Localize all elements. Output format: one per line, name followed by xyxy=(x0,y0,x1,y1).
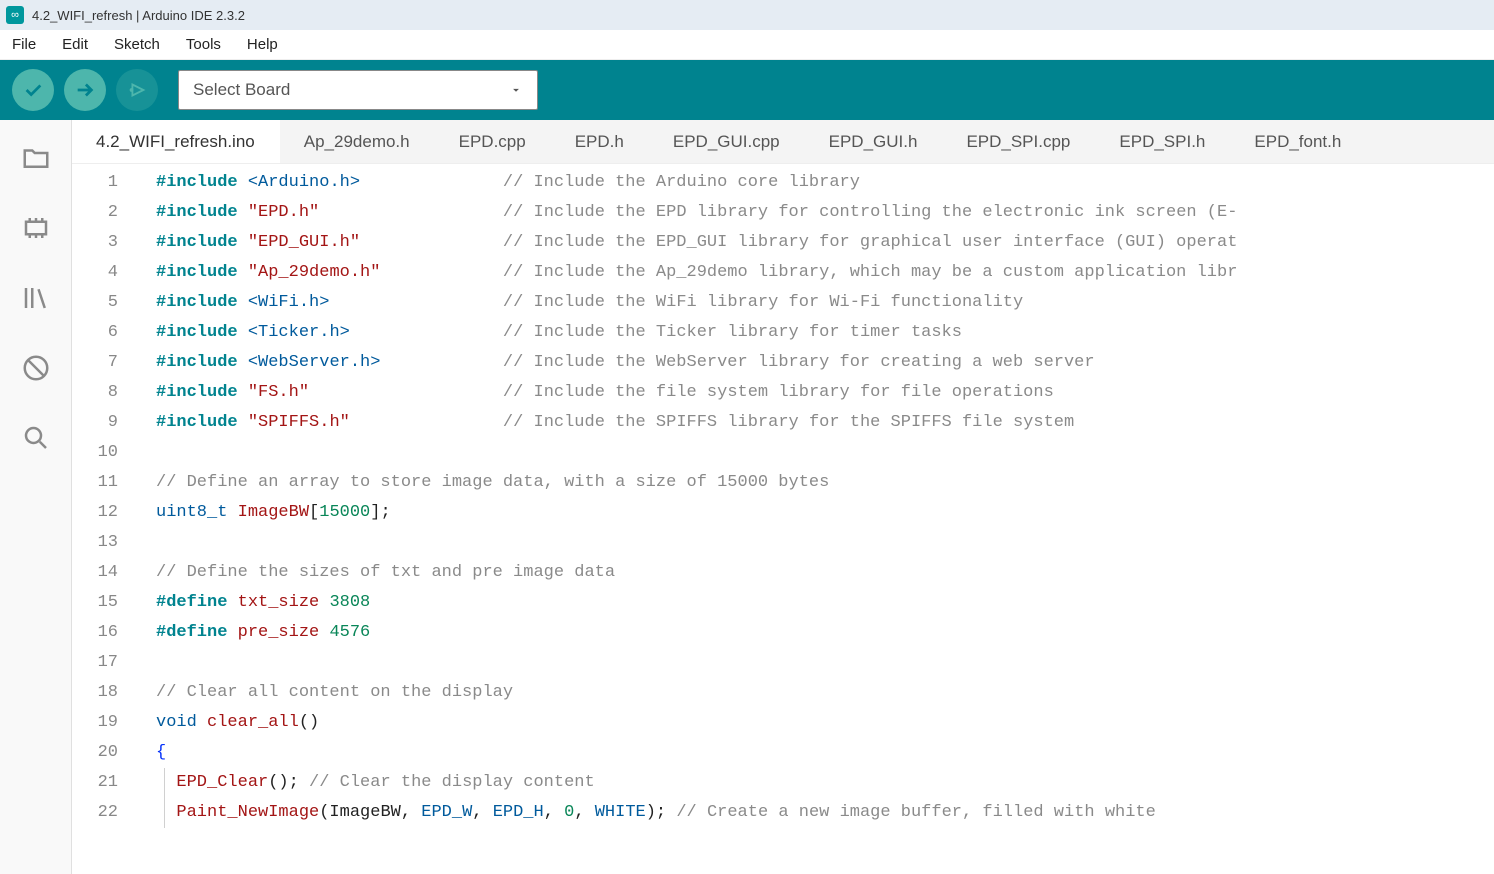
tabs: 4.2_WIFI_refresh.inoAp_29demo.hEPD.cppEP… xyxy=(72,120,1494,164)
no-entry-icon xyxy=(21,353,51,383)
line-number: 17 xyxy=(72,648,118,678)
verify-button[interactable] xyxy=(12,69,54,111)
code-line[interactable]: #include "Ap_29demo.h" // Include the Ap… xyxy=(156,258,1494,288)
tab-epd-spi-cpp[interactable]: EPD_SPI.cpp xyxy=(942,120,1095,163)
code-line[interactable]: #include "EPD_GUI.h" // Include the EPD_… xyxy=(156,228,1494,258)
code-line[interactable]: #include "EPD.h" // Include the EPD libr… xyxy=(156,198,1494,228)
code-line[interactable] xyxy=(156,438,1494,468)
gutter: 12345678910111213141516171819202122 xyxy=(72,164,140,874)
code-line[interactable]: Paint_NewImage(ImageBW, EPD_W, EPD_H, 0,… xyxy=(156,798,1494,828)
menu-sketch[interactable]: Sketch xyxy=(110,34,164,55)
line-number: 5 xyxy=(72,288,118,318)
line-number: 10 xyxy=(72,438,118,468)
line-number: 8 xyxy=(72,378,118,408)
code-line[interactable]: { xyxy=(156,738,1494,768)
tab-ap-29demo-h[interactable]: Ap_29demo.h xyxy=(280,120,435,163)
line-number: 3 xyxy=(72,228,118,258)
upload-button[interactable] xyxy=(64,69,106,111)
line-number: 13 xyxy=(72,528,118,558)
window-title: 4.2_WIFI_refresh | Arduino IDE 2.3.2 xyxy=(32,8,245,23)
line-number: 2 xyxy=(72,198,118,228)
menu-file[interactable]: File xyxy=(8,34,40,55)
code-line[interactable]: #include <Ticker.h> // Include the Ticke… xyxy=(156,318,1494,348)
tab-epd-cpp[interactable]: EPD.cpp xyxy=(435,120,551,163)
line-number: 7 xyxy=(72,348,118,378)
debug-button[interactable] xyxy=(116,69,158,111)
line-number: 20 xyxy=(72,738,118,768)
line-number: 18 xyxy=(72,678,118,708)
line-number: 16 xyxy=(72,618,118,648)
library-icon xyxy=(21,283,51,313)
code-line[interactable] xyxy=(156,528,1494,558)
menubar: File Edit Sketch Tools Help xyxy=(0,30,1494,60)
code-line[interactable]: // Define an array to store image data, … xyxy=(156,468,1494,498)
tab-epd-gui-cpp[interactable]: EPD_GUI.cpp xyxy=(649,120,805,163)
line-number: 11 xyxy=(72,468,118,498)
search-icon xyxy=(21,423,51,453)
search-button[interactable] xyxy=(16,418,56,458)
board-select[interactable]: Select Board xyxy=(178,70,538,110)
toolbar: Select Board xyxy=(0,60,1494,120)
code-line[interactable]: #include "SPIFFS.h" // Include the SPIFF… xyxy=(156,408,1494,438)
board-icon xyxy=(21,213,51,243)
main: 4.2_WIFI_refresh.inoAp_29demo.hEPD.cppEP… xyxy=(0,120,1494,874)
code-line[interactable]: void clear_all() xyxy=(156,708,1494,738)
code-line[interactable]: #include <Arduino.h> // Include the Ardu… xyxy=(156,168,1494,198)
code-line[interactable]: uint8_t ImageBW[15000]; xyxy=(156,498,1494,528)
line-number: 15 xyxy=(72,588,118,618)
titlebar: 4.2_WIFI_refresh | Arduino IDE 2.3.2 xyxy=(0,0,1494,30)
line-number: 14 xyxy=(72,558,118,588)
board-manager-button[interactable] xyxy=(16,208,56,248)
code-line[interactable]: // Clear all content on the display xyxy=(156,678,1494,708)
code-line[interactable]: #include <WebServer.h> // Include the We… xyxy=(156,348,1494,378)
tab-epd-spi-h[interactable]: EPD_SPI.h xyxy=(1095,120,1230,163)
code-line[interactable]: #include "FS.h" // Include the file syst… xyxy=(156,378,1494,408)
code-line[interactable]: // Define the sizes of txt and pre image… xyxy=(156,558,1494,588)
debug-icon xyxy=(126,79,148,101)
code-line[interactable] xyxy=(156,648,1494,678)
chevron-down-icon xyxy=(509,83,523,97)
tab-epd-h[interactable]: EPD.h xyxy=(551,120,649,163)
menu-edit[interactable]: Edit xyxy=(58,34,92,55)
editor-area: 4.2_WIFI_refresh.inoAp_29demo.hEPD.cppEP… xyxy=(72,120,1494,874)
check-icon xyxy=(22,79,44,101)
line-number: 22 xyxy=(72,798,118,828)
line-number: 9 xyxy=(72,408,118,438)
line-number: 12 xyxy=(72,498,118,528)
tab-epd-font-h[interactable]: EPD_font.h xyxy=(1230,120,1366,163)
tab-4-2-wifi-refresh-ino[interactable]: 4.2_WIFI_refresh.ino xyxy=(72,120,280,163)
menu-help[interactable]: Help xyxy=(243,34,282,55)
line-number: 19 xyxy=(72,708,118,738)
code-line[interactable]: EPD_Clear(); // Clear the display conten… xyxy=(156,768,1494,798)
library-manager-button[interactable] xyxy=(16,278,56,318)
code-editor[interactable]: 12345678910111213141516171819202122 #inc… xyxy=(72,164,1494,874)
line-number: 1 xyxy=(72,168,118,198)
folder-icon xyxy=(21,143,51,173)
arduino-icon xyxy=(6,6,24,24)
line-number: 4 xyxy=(72,258,118,288)
code-content[interactable]: #include <Arduino.h> // Include the Ardu… xyxy=(140,164,1494,874)
arrow-right-icon xyxy=(74,79,96,101)
menu-tools[interactable]: Tools xyxy=(182,34,225,55)
code-line[interactable]: #include <WiFi.h> // Include the WiFi li… xyxy=(156,288,1494,318)
board-select-label: Select Board xyxy=(193,80,290,100)
debug-panel-button[interactable] xyxy=(16,348,56,388)
sidebar xyxy=(0,120,72,874)
line-number: 6 xyxy=(72,318,118,348)
sketchbook-button[interactable] xyxy=(16,138,56,178)
code-line[interactable]: #define pre_size 4576 xyxy=(156,618,1494,648)
line-number: 21 xyxy=(72,768,118,798)
tab-epd-gui-h[interactable]: EPD_GUI.h xyxy=(805,120,943,163)
code-line[interactable]: #define txt_size 3808 xyxy=(156,588,1494,618)
